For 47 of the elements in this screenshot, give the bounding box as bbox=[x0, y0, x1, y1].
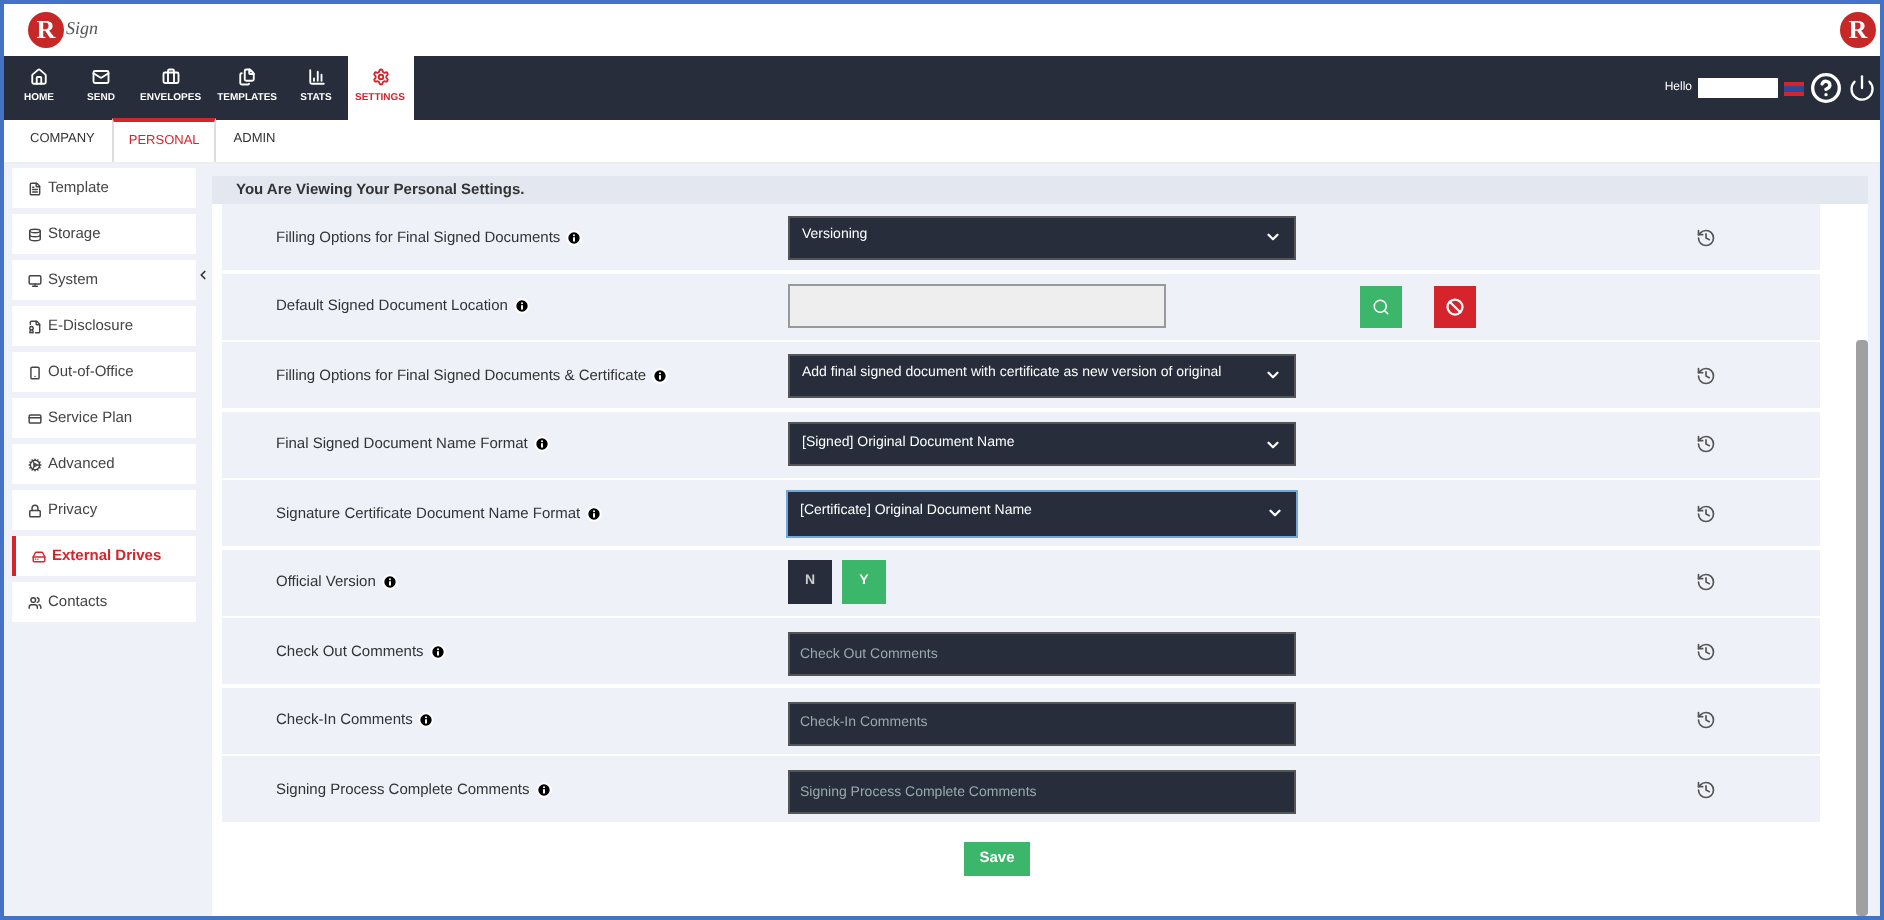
gear-icon bbox=[371, 68, 389, 87]
collapse-icon[interactable] bbox=[196, 268, 210, 282]
lock-icon bbox=[28, 503, 42, 517]
chevron-down-icon bbox=[1264, 366, 1282, 384]
document-icon bbox=[28, 319, 42, 333]
logo: R Sign bbox=[28, 12, 99, 48]
redacted-name bbox=[1698, 78, 1778, 98]
monitor-icon bbox=[28, 273, 42, 287]
database-icon bbox=[28, 227, 42, 241]
info-icon[interactable] bbox=[533, 436, 550, 452]
history-icon[interactable] bbox=[1696, 227, 1716, 247]
info-icon[interactable] bbox=[513, 298, 530, 314]
ban-icon bbox=[1446, 297, 1464, 315]
drive-icon bbox=[32, 549, 46, 563]
info-icon[interactable] bbox=[418, 712, 435, 728]
home-icon bbox=[30, 68, 48, 87]
people-icon bbox=[28, 595, 42, 609]
info-icon[interactable] bbox=[429, 643, 446, 659]
history-icon[interactable] bbox=[1696, 365, 1716, 385]
info-icon[interactable] bbox=[535, 781, 552, 797]
logo-mark: R bbox=[1840, 12, 1876, 48]
envelope-icon bbox=[92, 68, 110, 87]
briefcase-icon bbox=[161, 68, 180, 87]
phone-icon bbox=[28, 365, 42, 379]
help-icon[interactable] bbox=[1810, 72, 1842, 104]
card-icon bbox=[28, 411, 42, 425]
info-icon[interactable] bbox=[652, 367, 669, 383]
chevron-down-icon bbox=[1266, 504, 1284, 522]
history-icon[interactable] bbox=[1696, 434, 1716, 454]
history-icon[interactable] bbox=[1696, 503, 1716, 523]
history-icon[interactable] bbox=[1696, 710, 1716, 730]
remove-button[interactable] bbox=[1434, 285, 1476, 327]
document-icon bbox=[28, 181, 42, 195]
chevron-down-icon bbox=[1264, 228, 1282, 246]
search-icon bbox=[1372, 297, 1390, 315]
info-icon[interactable] bbox=[566, 229, 583, 245]
history-icon[interactable] bbox=[1696, 572, 1716, 592]
info-icon[interactable] bbox=[381, 574, 398, 590]
history-icon[interactable] bbox=[1696, 779, 1716, 799]
power-icon[interactable] bbox=[1848, 74, 1876, 102]
location-field[interactable] bbox=[788, 284, 1166, 328]
gear-icon bbox=[28, 457, 42, 471]
info-icon[interactable] bbox=[586, 505, 603, 521]
history-icon[interactable] bbox=[1696, 641, 1716, 661]
documents-icon bbox=[238, 68, 257, 87]
flag-icon[interactable] bbox=[1784, 81, 1804, 95]
bar-chart-icon bbox=[307, 68, 325, 87]
